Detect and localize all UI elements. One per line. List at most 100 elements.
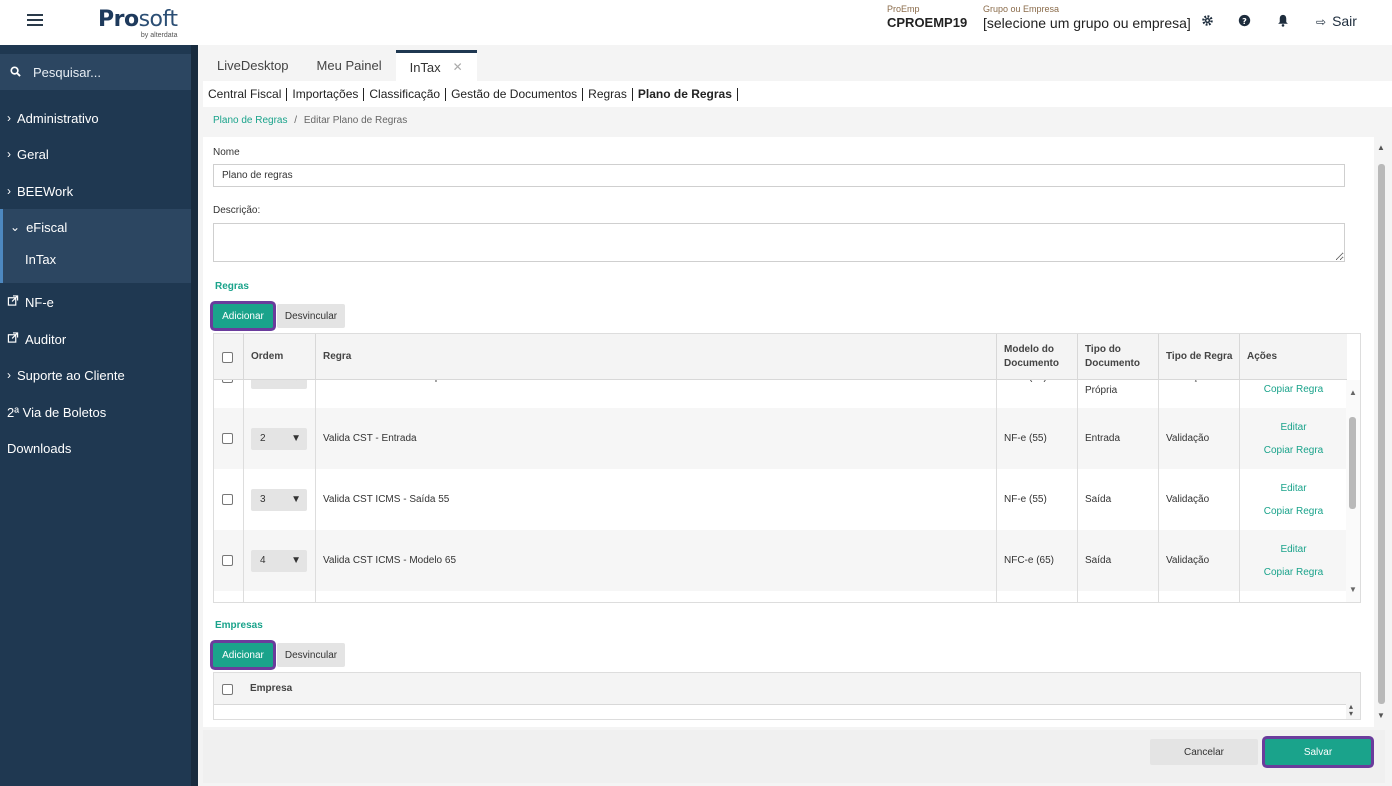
sidebar: Pesquisar... › Administrativo › Geral › … — [0, 45, 198, 786]
name-label: Nome — [213, 147, 240, 158]
subnav-central-fiscal[interactable]: Central Fiscal — [208, 87, 288, 101]
bell-icon[interactable] — [1275, 14, 1291, 30]
row-checkbox[interactable] — [222, 433, 233, 444]
unlink-rule-button[interactable]: Desvincular — [277, 304, 345, 328]
chevron-right-icon: › — [7, 147, 11, 161]
row-checkbox[interactable] — [222, 555, 233, 566]
copy-rule-link[interactable]: Copiar Regra — [1264, 561, 1323, 584]
col-empresa[interactable]: Empresa — [243, 673, 1347, 705]
menu-icon[interactable] — [27, 14, 43, 28]
copy-rule-link[interactable]: Copiar Regra — [1264, 500, 1323, 523]
proemp-context[interactable]: ProEmp CPROEMP19 — [887, 4, 967, 30]
sidebar-item-efiscal[interactable]: ⌄ eFiscal — [0, 210, 191, 244]
sidebar-item-downloads[interactable]: Downloads — [0, 431, 191, 465]
external-link-icon — [7, 332, 19, 346]
sidebar-item-geral[interactable]: › Geral — [0, 137, 191, 171]
scroll-updown-icon[interactable]: ▴ ▾ — [1349, 703, 1353, 718]
col-tipo-doc[interactable]: Tipo do Documento — [1077, 334, 1158, 380]
copy-rule-link[interactable]: Copiar Regra — [1264, 380, 1323, 401]
sidebar-item-suporte[interactable]: › Suporte ao Cliente — [0, 358, 191, 392]
group-value: [selecione um grupo ou empresa] — [983, 15, 1191, 31]
gear-icon[interactable] — [1199, 14, 1215, 30]
table-row: 4 ▼ Valida CST ICMS - Modelo 65 NFC-e (65… — [214, 530, 1347, 591]
rule-name: Valida CST - Entrada — [315, 408, 996, 469]
sidebar-item-intax[interactable]: InTax — [0, 242, 191, 276]
scroll-up-icon[interactable]: ▲ — [1349, 388, 1357, 397]
name-input[interactable] — [213, 164, 1345, 187]
subnav-regras[interactable]: Regras — [583, 87, 633, 101]
sidebar-item-auditor[interactable]: Auditor — [0, 322, 191, 356]
rules-grid-header: Ordem Regra Modelo do Documento Tipo do … — [214, 334, 1347, 380]
rule-type: Validação — [1158, 469, 1239, 530]
svg-text:?: ? — [1242, 16, 1247, 26]
rule-doc-type: Entrada — [1077, 408, 1158, 469]
rule-name: Valida CST ICMS - Saída 55 — [315, 469, 996, 530]
order-select[interactable]: 1▼ — [251, 380, 307, 389]
add-company-button[interactable]: Adicionar — [213, 643, 273, 667]
row-checkbox[interactable] — [222, 380, 233, 383]
edit-rule-link[interactable]: Editar — [1280, 477, 1306, 500]
tab-livedesktop[interactable]: LiveDesktop — [203, 50, 303, 81]
scroll-down-icon[interactable]: ▼ — [1349, 585, 1357, 594]
description-textarea[interactable] — [213, 223, 1345, 262]
col-ordem[interactable]: Ordem — [243, 334, 315, 380]
regras-section-title: Regras — [215, 281, 249, 292]
sidebar-item-beework[interactable]: › BEEWork — [0, 174, 191, 208]
table-row: 1▼ Valida CST - Entrada Própria NF-e (55… — [214, 380, 1347, 408]
page-scroll-thumb[interactable] — [1378, 164, 1385, 704]
select-all-companies-checkbox[interactable] — [222, 683, 233, 695]
group-label: Grupo ou Empresa — [983, 4, 1060, 14]
subnav-classificacao[interactable]: Classificação — [364, 87, 447, 101]
rule-doc-type: Própria — [1077, 380, 1158, 408]
subnav-plano-de-regras[interactable]: Plano de Regras — [633, 87, 738, 101]
rule-model: NF-e (55) — [996, 408, 1077, 469]
rule-model: NFC-e (65) — [996, 530, 1077, 591]
sidebar-search[interactable]: Pesquisar... — [0, 54, 191, 90]
companies-grid: Empresa ▴ ▾ — [213, 672, 1361, 720]
edit-form: Nome Descrição: Regras Adicionar Desvinc… — [203, 137, 1374, 727]
sidebar-item-administrativo[interactable]: › Administrativo — [0, 101, 191, 135]
edit-rule-link[interactable]: Editar — [1280, 416, 1306, 439]
col-modelo[interactable]: Modelo do Documento — [996, 334, 1077, 380]
logout-button[interactable]: ⇨ Sair — [1316, 13, 1357, 29]
close-icon[interactable]: ✕ — [453, 60, 463, 74]
subnav-importacoes[interactable]: Importações — [287, 87, 365, 101]
breadcrumb: Plano de Regras / Editar Plano de Regras — [213, 115, 408, 126]
save-button[interactable]: Salvar — [1265, 739, 1371, 765]
group-selector[interactable]: Grupo ou Empresa [selecione um grupo ou … — [983, 4, 1191, 31]
order-select[interactable]: 4 ▼ — [251, 549, 307, 572]
scroll-up-icon[interactable]: ▲ — [1377, 143, 1385, 152]
order-select[interactable]: 3 ▼ — [251, 488, 307, 511]
breadcrumb-link[interactable]: Plano de Regras — [213, 115, 288, 126]
companies-grid-header: Empresa — [214, 673, 1347, 705]
rule-doc-type: Saída — [1077, 530, 1158, 591]
scroll-down-icon[interactable]: ▼ — [1377, 711, 1385, 720]
cancel-button[interactable]: Cancelar — [1150, 739, 1258, 765]
proemp-label: ProEmp — [887, 4, 920, 14]
col-tipo-regra[interactable]: Tipo de Regra — [1158, 334, 1239, 380]
subnav-gestao-documentos[interactable]: Gestão de Documentos — [446, 87, 584, 101]
scroll-thumb[interactable] — [1349, 417, 1356, 509]
tab-meu-painel[interactable]: Meu Painel — [302, 50, 396, 81]
edit-rule-link[interactable]: Editar — [1280, 538, 1306, 561]
order-select[interactable]: 2 ▼ — [251, 427, 307, 450]
help-icon[interactable]: ? — [1236, 14, 1252, 30]
select-all-checkbox[interactable] — [222, 351, 233, 363]
sidebar-item-nfe[interactable]: NF-e — [0, 285, 191, 319]
copy-rule-link[interactable]: Copiar Regra — [1264, 439, 1323, 462]
sidebar-item-boletos[interactable]: 2ª Via de Boletos — [0, 395, 191, 429]
unlink-company-button[interactable]: Desvincular — [277, 643, 345, 667]
chevron-right-icon: › — [7, 111, 11, 125]
tab-intax[interactable]: InTax ✕ — [395, 50, 477, 81]
col-regra[interactable]: Regra — [315, 334, 996, 380]
rule-type: Validação — [1158, 408, 1239, 469]
top-header: Prosoft by alterdata ProEmp CPROEMP19 Gr… — [0, 0, 1392, 45]
row-checkbox[interactable] — [222, 494, 233, 505]
companies-scrollbar[interactable]: ▴ ▾ — [1346, 673, 1360, 719]
page-scrollbar[interactable]: ▲ ▼ — [1374, 137, 1389, 727]
main-area: LiveDesktop Meu Painel InTax ✕ Central F… — [198, 45, 1392, 786]
tab-bar: LiveDesktop Meu Painel InTax ✕ — [203, 50, 477, 81]
rules-scrollbar[interactable]: ▲ ▼ — [1346, 380, 1360, 602]
add-rule-button[interactable]: Adicionar — [213, 304, 273, 328]
rule-model: NF-e (55) — [996, 469, 1077, 530]
